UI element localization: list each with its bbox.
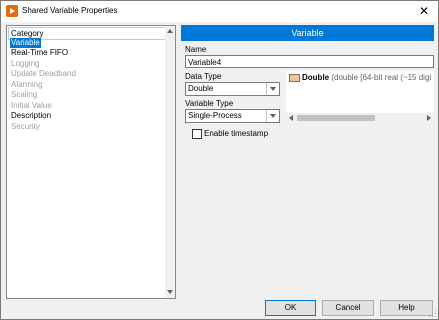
name-field[interactable]: Variable4 <box>185 55 434 68</box>
type-description: Double (double [64-bit real (~15 digi <box>302 73 431 82</box>
name-label: Name <box>185 45 207 54</box>
close-icon[interactable]: ✕ <box>410 1 438 22</box>
chevron-down-icon[interactable] <box>266 83 279 95</box>
resize-grip-icon[interactable] <box>429 310 437 318</box>
scroll-down-icon[interactable] <box>167 290 173 294</box>
window-title: Shared Variable Properties <box>22 6 118 15</box>
category-item-initial-value: Initial Value <box>11 101 52 110</box>
category-item-description[interactable]: Description <box>10 111 52 121</box>
category-item-real-time-fifo[interactable]: Real-Time FIFO <box>10 48 69 58</box>
scroll-right-icon[interactable] <box>427 115 431 121</box>
app-icon <box>6 5 18 17</box>
type-description-name: Double <box>302 73 330 82</box>
cancel-button[interactable]: Cancel <box>322 300 374 316</box>
scroll-left-icon[interactable] <box>289 115 293 121</box>
page-title: Variable <box>181 25 434 41</box>
category-item-scaling: Scaling <box>11 90 38 99</box>
category-item-variable[interactable]: Variable <box>10 38 41 48</box>
category-item-update-deadband: Update Deadband <box>11 69 76 78</box>
title-bar: Shared Variable Properties ✕ <box>1 1 438 22</box>
variable-type-label: Variable Type <box>185 99 234 108</box>
scroll-up-icon[interactable] <box>167 29 173 33</box>
type-description-detail: (double [64-bit real (~15 digi <box>331 73 432 82</box>
data-type-label: Data Type <box>185 72 222 81</box>
variable-type-value: Single-Process <box>188 111 242 120</box>
type-swatch-icon <box>289 74 300 82</box>
variable-type-select[interactable]: Single-Process <box>185 109 280 123</box>
category-item-security: Security <box>11 122 40 131</box>
category-scrollbar[interactable] <box>165 26 175 298</box>
dialog-window: Shared Variable Properties ✕ Category Va… <box>0 0 439 320</box>
category-item-logging: Logging <box>11 59 40 68</box>
category-list[interactable]: Category Variable Real-Time FIFO Logging… <box>6 25 176 299</box>
category-item-alarming: Alarming <box>11 80 43 89</box>
data-type-value: Double <box>188 84 214 93</box>
enable-timestamp-checkbox[interactable] <box>192 129 202 139</box>
type-description-scrollbar[interactable] <box>286 113 434 123</box>
ok-button[interactable]: OK <box>265 300 316 316</box>
scrollbar-thumb[interactable] <box>297 115 375 121</box>
help-button[interactable]: Help <box>380 300 433 316</box>
type-description-box: Double (double [64-bit real (~15 digi <box>286 71 434 123</box>
enable-timestamp-label[interactable]: Enable timestamp <box>204 129 268 138</box>
chevron-down-icon[interactable] <box>266 110 279 122</box>
data-type-select[interactable]: Double <box>185 82 280 96</box>
